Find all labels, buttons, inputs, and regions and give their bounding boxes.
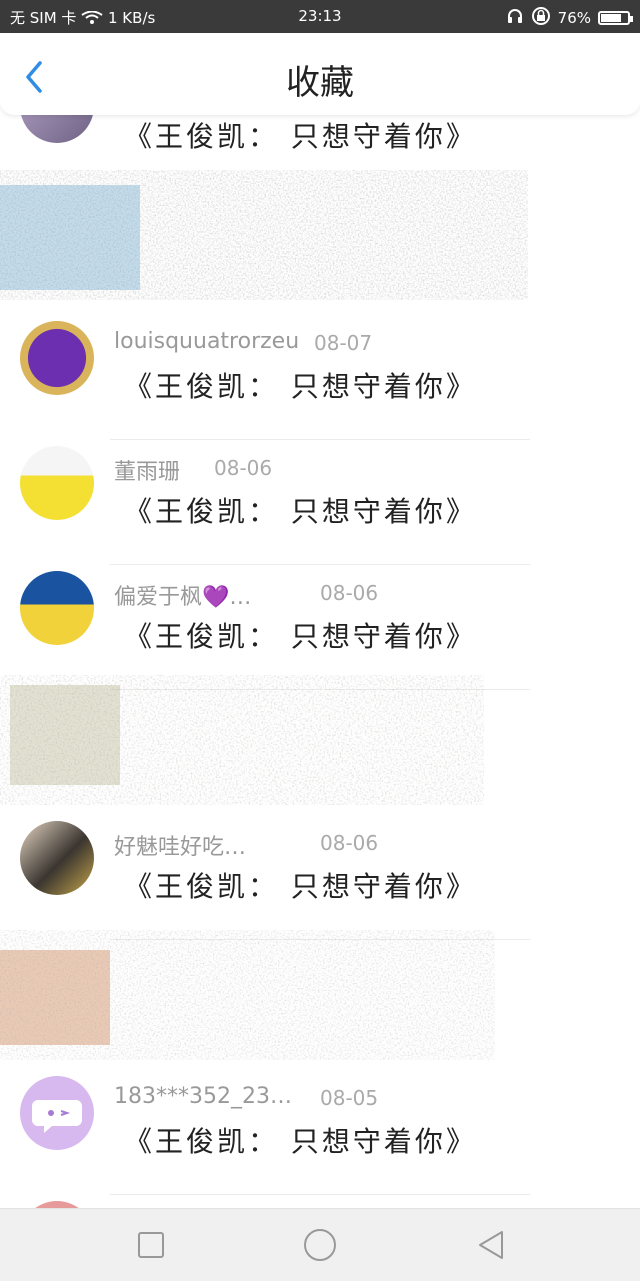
rotation-lock-icon (531, 6, 551, 30)
date: 08-05 (320, 1086, 379, 1110)
battery-icon (598, 11, 633, 25)
redacted-item (0, 675, 640, 805)
list-item[interactable]: 好魅哇好吃… 08-06 《王俊凯： 只想守着你》 (0, 815, 640, 940)
user-name: 好魅哇好吃… (114, 835, 247, 860)
message-text: 《王俊凯： 只想守着你》 (124, 1125, 477, 1158)
circle-icon (304, 1229, 336, 1261)
user-name: 183***352_23… (114, 1084, 292, 1109)
back-nav-button[interactable] (474, 1227, 510, 1263)
avatar (20, 321, 94, 395)
headphone-icon (506, 7, 524, 29)
favorites-list: 《王俊凯： 只想守着你》 louisquuatrorzeu 08-07 《王俊凯… (0, 115, 640, 1208)
battery-text: 76% (557, 9, 591, 27)
list-item[interactable] (0, 1195, 640, 1208)
avatar (20, 115, 94, 143)
avatar (20, 1076, 94, 1150)
date: 08-06 (320, 581, 379, 605)
list-item[interactable]: 偏爱于枫💜… 08-06 《王俊凯： 只想守着你》 (0, 565, 640, 690)
navigation-bar (0, 1208, 640, 1281)
status-bar: 无 SIM 卡 1 KB/s 23:13 76% (0, 0, 640, 33)
page-title: 收藏 (286, 63, 354, 103)
user-name: louisquuatrorzeu (114, 329, 300, 354)
date: 08-06 (320, 831, 379, 855)
list-item[interactable]: 183***352_23… 08-05 《王俊凯： 只想守着你》 (0, 1070, 640, 1195)
date: 08-07 (314, 331, 373, 355)
message-text: 《王俊凯： 只想守着你》 (124, 495, 477, 528)
message-text: 《王俊凯： 只想守着你》 (124, 870, 477, 903)
message-text: 《王俊凯： 只想守着你》 (124, 120, 477, 153)
redacted-item (0, 170, 640, 300)
user-name: 偏爱于枫💜… (114, 585, 252, 610)
square-icon (138, 1232, 164, 1258)
redacted-item (0, 930, 640, 1060)
message-text: 《王俊凯： 只想守着你》 (124, 370, 477, 403)
triangle-back-icon (479, 1231, 503, 1259)
recents-button[interactable] (133, 1227, 169, 1263)
avatar (20, 446, 94, 520)
home-button[interactable] (302, 1227, 338, 1263)
list-item[interactable]: louisquuatrorzeu 08-07 《王俊凯： 只想守着你》 (0, 315, 640, 440)
user-name: 董雨珊 (114, 460, 181, 485)
avatar (20, 1201, 94, 1208)
header: 收藏 (0, 33, 640, 115)
avatar (20, 571, 94, 645)
list-item[interactable]: 董雨珊 08-06 《王俊凯： 只想守着你》 (0, 440, 640, 565)
message-text: 《王俊凯： 只想守着你》 (124, 620, 477, 653)
chat-bubble-icon (32, 1100, 82, 1133)
avatar (20, 821, 94, 895)
date: 08-06 (214, 456, 273, 480)
